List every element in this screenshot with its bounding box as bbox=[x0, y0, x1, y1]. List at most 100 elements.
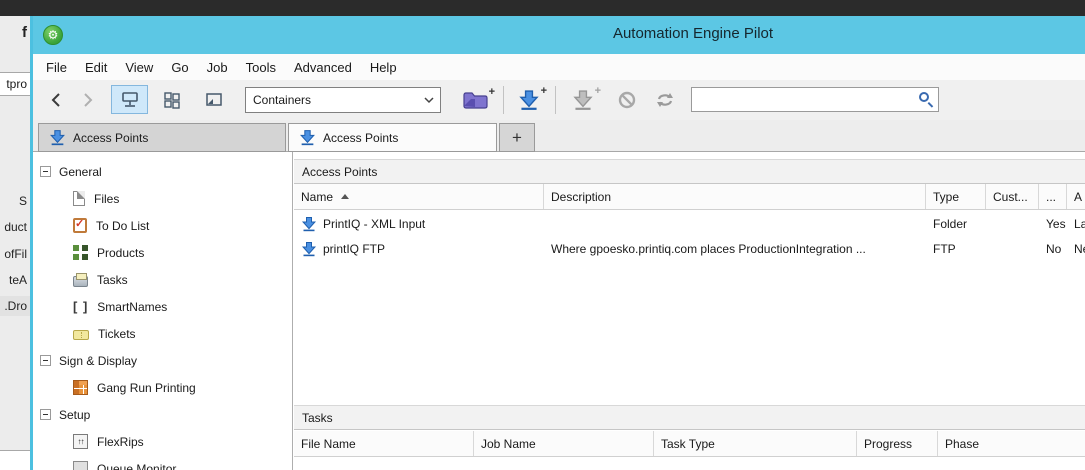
sidebar-item-products[interactable]: Products bbox=[33, 239, 292, 266]
access-point-row-printiq-xml[interactable]: PrintIQ - XML Input Folder Yes La bbox=[294, 211, 1085, 236]
column-header-type[interactable]: Type bbox=[926, 184, 986, 209]
menu-go[interactable]: Go bbox=[162, 57, 197, 78]
item-label: FlexRips bbox=[97, 434, 144, 449]
access-point-icon bbox=[520, 90, 538, 111]
sidebar-item-to-do-list[interactable]: To Do List bbox=[33, 212, 292, 239]
refresh-button bbox=[649, 85, 681, 115]
sidebar-group-setup[interactable]: Setup bbox=[33, 401, 292, 428]
background-list-fragment: ofFil bbox=[4, 247, 27, 261]
folder-icon bbox=[463, 92, 488, 109]
containers-view-button[interactable] bbox=[111, 85, 148, 114]
background-list-fragment: teA bbox=[8, 273, 27, 287]
toolbar-divider bbox=[503, 86, 504, 114]
menu-help[interactable]: Help bbox=[361, 57, 406, 78]
group-label: General bbox=[59, 164, 102, 179]
item-label: SmartNames bbox=[97, 299, 168, 314]
menu-tools[interactable]: Tools bbox=[237, 57, 285, 78]
back-icon[interactable] bbox=[47, 90, 67, 110]
tasks-printer-icon bbox=[73, 272, 88, 287]
column-header-progress[interactable]: Progress bbox=[857, 431, 938, 456]
panel-title: Access Points bbox=[302, 164, 378, 179]
row-last: La bbox=[1074, 216, 1085, 231]
queue-monitor-icon bbox=[73, 461, 88, 470]
column-header-task-type[interactable]: Task Type bbox=[654, 431, 857, 456]
main-panel: Access Points Name Description Type Cust… bbox=[294, 152, 1085, 470]
sidebar-item-smartnames[interactable]: [ ] SmartNames bbox=[33, 293, 292, 320]
sidebar-item-files[interactable]: Files bbox=[33, 185, 292, 212]
menu-file[interactable]: File bbox=[37, 57, 76, 78]
smartnames-brackets-icon: [ ] bbox=[73, 299, 89, 314]
panel-title: Tasks bbox=[302, 410, 333, 425]
containers-dropdown[interactable]: Containers bbox=[245, 87, 441, 113]
item-label: Gang Run Printing bbox=[97, 380, 196, 395]
plus-badge-icon: + bbox=[540, 85, 547, 97]
menu-view[interactable]: View bbox=[116, 57, 162, 78]
column-header-active[interactable]: ... bbox=[1039, 184, 1067, 209]
sidebar-item-gang-run-printing[interactable]: Gang Run Printing bbox=[33, 374, 292, 401]
column-header-file-name[interactable]: File Name bbox=[294, 431, 474, 456]
forward-icon[interactable] bbox=[77, 90, 97, 110]
screenshot-root: f tpro S duct ofFil teA .Dro ⚙ Automatio… bbox=[0, 0, 1085, 470]
sidebar-item-tickets[interactable]: Tickets bbox=[33, 320, 292, 347]
group-label: Sign & Display bbox=[59, 353, 138, 368]
column-header-last[interactable]: A bbox=[1067, 184, 1085, 209]
row-name: PrintIQ - XML Input bbox=[323, 216, 426, 231]
new-tab-button[interactable]: + bbox=[499, 123, 535, 152]
menu-advanced[interactable]: Advanced bbox=[285, 57, 361, 78]
tab-bar: Access Points Access Points + bbox=[33, 120, 1085, 152]
sidebar-group-general[interactable]: General bbox=[33, 158, 292, 185]
title-bar: ⚙ Automation Engine Pilot bbox=[33, 16, 1085, 54]
column-header-customer[interactable]: Cust... bbox=[986, 184, 1039, 209]
access-point-row-printiq-ftp[interactable]: printIQ FTP Where gpoesko.printiq.com pl… bbox=[294, 236, 1085, 261]
window-title: Automation Engine Pilot bbox=[612, 25, 774, 42]
collapse-icon[interactable] bbox=[40, 355, 51, 366]
tab-access-points-1[interactable]: Access Points bbox=[38, 123, 286, 152]
column-header-description[interactable]: Description bbox=[544, 184, 926, 209]
menu-edit[interactable]: Edit bbox=[76, 57, 116, 78]
item-label: Products bbox=[97, 245, 145, 260]
group-label: Setup bbox=[59, 407, 91, 422]
canvas-view-button[interactable] bbox=[195, 85, 232, 114]
search-icon[interactable] bbox=[919, 92, 929, 102]
tab-label: Access Points bbox=[323, 130, 399, 145]
canvas-view-icon bbox=[205, 92, 222, 106]
esko-gear-icon: ⚙ bbox=[43, 25, 63, 45]
no-entry-icon bbox=[618, 91, 636, 109]
new-access-point-button[interactable]: + bbox=[509, 85, 549, 115]
pilot-window: ⚙ Automation Engine Pilot File Edit View… bbox=[30, 16, 1085, 470]
container-view-icon bbox=[121, 91, 138, 107]
column-header-job-name[interactable]: Job Name bbox=[474, 431, 654, 456]
grid-view-icon bbox=[163, 91, 180, 109]
column-header-name[interactable]: Name bbox=[294, 184, 544, 209]
sidebar-item-queue-monitor[interactable]: Queue Monitor bbox=[33, 455, 292, 470]
todo-checklist-icon bbox=[73, 217, 87, 233]
tab-access-points-2[interactable]: Access Points bbox=[288, 123, 497, 152]
item-label: Files bbox=[94, 191, 120, 206]
new-container-button[interactable]: + bbox=[454, 85, 496, 115]
collapse-icon[interactable] bbox=[40, 166, 51, 177]
sort-ascending-icon bbox=[341, 194, 350, 199]
row-description: Where gpoesko.printiq.com places Product… bbox=[551, 241, 866, 256]
collapse-icon[interactable] bbox=[40, 409, 51, 420]
sidebar-item-flexrips[interactable]: ↑↑ FlexRips bbox=[33, 428, 292, 455]
grid-view-button[interactable] bbox=[153, 85, 190, 114]
column-header-phase[interactable]: Phase bbox=[938, 431, 1085, 456]
tab-label: Access Points bbox=[73, 130, 149, 145]
tasks-column-headers: File Name Job Name Task Type Progress Ph… bbox=[294, 431, 1085, 457]
background-tab-fragment: tpro bbox=[0, 72, 30, 96]
deactivate-button bbox=[611, 85, 643, 115]
search-input[interactable] bbox=[696, 89, 911, 110]
sidebar-tree: General Files To Do List Products Tasks bbox=[33, 152, 293, 470]
background-list-fragment: S bbox=[18, 194, 27, 208]
row-active: No bbox=[1046, 241, 1062, 256]
search-box bbox=[691, 87, 939, 112]
row-type: Folder bbox=[933, 216, 968, 231]
sidebar-group-sign-display[interactable]: Sign & Display bbox=[33, 347, 292, 374]
item-label: Tasks bbox=[97, 272, 128, 287]
chevron-down-icon bbox=[424, 97, 434, 104]
row-last: Ne bbox=[1074, 241, 1085, 256]
background-list-fragment: duct bbox=[4, 220, 27, 234]
menu-job[interactable]: Job bbox=[198, 57, 237, 78]
sidebar-item-tasks[interactable]: Tasks bbox=[33, 266, 292, 293]
background-panel-fragment bbox=[0, 450, 30, 470]
